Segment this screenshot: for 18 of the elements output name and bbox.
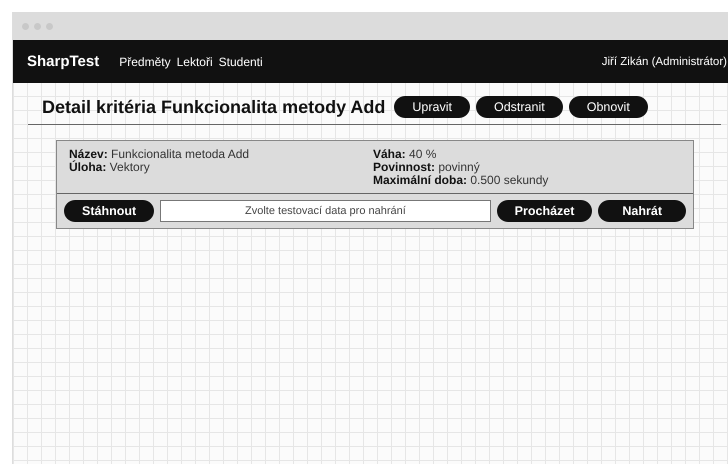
- page-title: Detail kritéria Funkcionalita metody Add: [42, 96, 386, 118]
- action-button[interactable]: Upravit: [394, 96, 470, 118]
- nav-link[interactable]: Lektoři: [176, 54, 213, 68]
- upload-button[interactable]: Nahrát: [598, 200, 686, 222]
- browse-button[interactable]: Procházet: [496, 200, 592, 222]
- download-button[interactable]: Stáhnout: [64, 200, 154, 222]
- nav-link[interactable]: Studenti: [218, 54, 263, 68]
- detail-text: Úloha: Vektory: [69, 161, 151, 174]
- detail-text: Povinnost: povinný: [373, 161, 481, 174]
- detail-text: Název: Funkcionalita metoda Add: [69, 148, 250, 161]
- action-button[interactable]: Obnovit: [568, 96, 648, 118]
- action-button[interactable]: Odstranit: [476, 96, 563, 118]
- user-name[interactable]: Jiří Zikán (Administrátor): [602, 56, 727, 68]
- file-field[interactable]: Zvolte testovací data pro nahrání: [160, 200, 491, 222]
- detail-text: Maximální doba: 0.500 sekundy: [373, 174, 550, 187]
- brand[interactable]: SharpTest: [27, 53, 100, 70]
- detail-text: Váha: 40 %: [373, 148, 438, 161]
- nav-link[interactable]: Předměty: [119, 54, 171, 68]
